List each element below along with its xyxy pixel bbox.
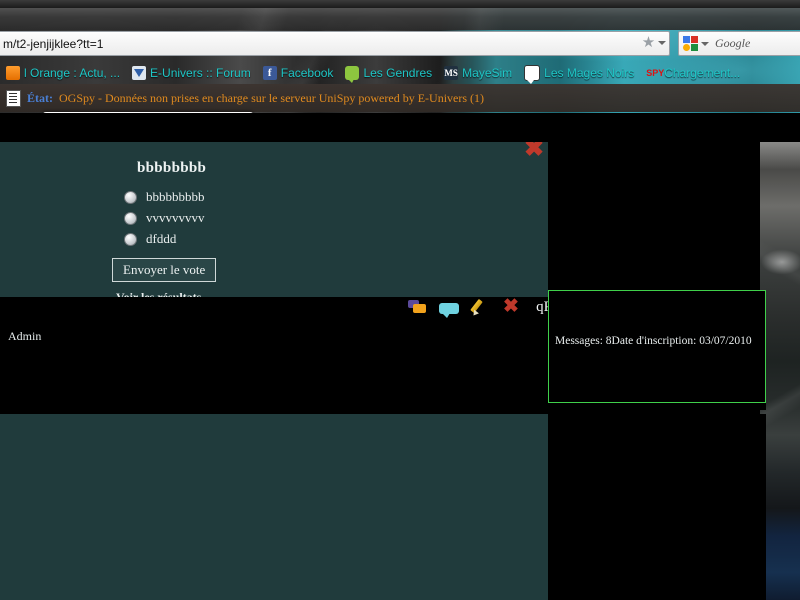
mayesim-icon: MS: [444, 66, 459, 80]
bookmark-label: E-Univers :: Forum: [150, 66, 251, 80]
bookmark-label: Facebook: [280, 66, 334, 80]
close-icon[interactable]: ✖: [524, 142, 548, 162]
navigation-toolbar: [0, 8, 800, 30]
poll-title: bbbbbbbb: [137, 160, 207, 176]
orange-icon: [6, 66, 20, 80]
search-engine-label: Google: [715, 36, 751, 50]
tab-strip: ne... × jenjijklee × jenjijklee × ( Vers…: [0, 112, 800, 113]
status-bar: État: OGSpy - Données non prises en char…: [0, 84, 800, 112]
poll-block: bbbbbbbb bbbbbbbbb vvvvvvvvv dfddd Envoy…: [0, 142, 548, 304]
post-body-panel: 011 - 14:33, édité 1 fois: [0, 414, 548, 600]
user-info-box: Messages: 8Date d'inscription: 03/07/201…: [548, 290, 766, 403]
radio-icon[interactable]: [124, 232, 137, 246]
star-icon: ★: [641, 34, 656, 51]
document-icon: [6, 89, 21, 107]
author-rank: Admin: [8, 329, 42, 343]
bookmark-label: Chargement...: [664, 66, 741, 80]
google-icon: [683, 36, 698, 51]
bookmark-item-mayesim[interactable]: MS MayeSim: [438, 63, 518, 83]
bookmark-label: Les Gendres: [363, 66, 433, 80]
address-bar[interactable]: m/t2-jenjijklee?tt=1: [0, 31, 670, 56]
bookmark-item-e-univers[interactable]: E-Univers :: Forum: [126, 63, 257, 83]
forum-background-image: [760, 142, 800, 600]
bookmarks-bar: l Orange : Actu, ... E-Univers :: Forum …: [0, 62, 800, 84]
forum-content: bbbbbbbb bbbbbbbbb vvvvvvvvv dfddd Envoy…: [0, 142, 766, 600]
poll-options: bbbbbbbbb vvvvvvvvv dfddd: [0, 189, 548, 247]
status-label: État:: [27, 90, 53, 105]
poll-option-label: dfddd: [146, 231, 177, 246]
delete-icon[interactable]: ✖: [501, 297, 521, 316]
chevron-down-icon: [701, 41, 709, 46]
user-info-text: Messages: 8Date d'inscription: 03/07/201…: [555, 335, 752, 347]
url-text: m/t2-jenjijklee?tt=1: [3, 36, 104, 51]
status-message: OGSpy - Données non prises en charge sur…: [59, 90, 485, 105]
submit-vote-button[interactable]: Envoyer le vote: [112, 258, 217, 282]
speech-bubble-icon: [345, 66, 360, 83]
radio-icon[interactable]: [124, 211, 137, 225]
spy-icon: SPY: [646, 68, 665, 78]
page-viewport: bbbbbbbb bbbbbbbbb vvvvvvvvv dfddd Envoy…: [0, 142, 800, 600]
bookmark-item-facebook[interactable]: f Facebook: [257, 63, 340, 83]
bookmark-item-orange[interactable]: l Orange : Actu, ...: [0, 63, 126, 83]
quote-icon[interactable]: [408, 298, 428, 316]
bookmark-item-les-mages-noirs[interactable]: Les Mages Noirs: [518, 63, 640, 84]
poll-option-2[interactable]: vvvvvvvvv: [124, 210, 548, 226]
post-actions: ✖ qP: [408, 297, 556, 318]
search-box[interactable]: Google: [678, 31, 800, 56]
bookmark-label: Les Mages Noirs: [544, 66, 635, 80]
edit-icon[interactable]: [470, 298, 490, 316]
bookmark-item-chargement[interactable]: SPY Chargement...: [640, 63, 746, 83]
browser-window: m/t2-jenjijklee?tt=1 ★ Google l Orange :…: [0, 0, 800, 600]
bookmark-label: l Orange : Actu, ...: [24, 66, 121, 80]
reply-icon[interactable]: [439, 303, 459, 318]
poll-option-label: vvvvvvvvv: [146, 210, 205, 225]
radio-icon[interactable]: [124, 190, 137, 204]
facebook-icon: f: [262, 66, 277, 80]
bookmark-item-les-gendres[interactable]: Les Gendres: [339, 63, 438, 83]
tab-jenjijklee-active[interactable]: jenjijklee ×: [42, 112, 254, 113]
poll-option-1[interactable]: bbbbbbbbb: [124, 189, 548, 205]
bookmark-star-button[interactable]: ★: [637, 32, 671, 53]
window-titlebar: [0, 0, 800, 8]
bookmark-label: MayeSim: [462, 66, 513, 80]
post-side-panel: [548, 414, 766, 600]
white-bubble-icon: [524, 65, 541, 84]
poll-option-3[interactable]: dfddd: [124, 231, 548, 247]
e-univers-icon: [132, 66, 147, 80]
chevron-down-icon: [658, 40, 667, 45]
browser-chrome: m/t2-jenjijklee?tt=1 ★ Google l Orange :…: [0, 0, 800, 113]
poll-option-label: bbbbbbbbb: [146, 189, 205, 204]
